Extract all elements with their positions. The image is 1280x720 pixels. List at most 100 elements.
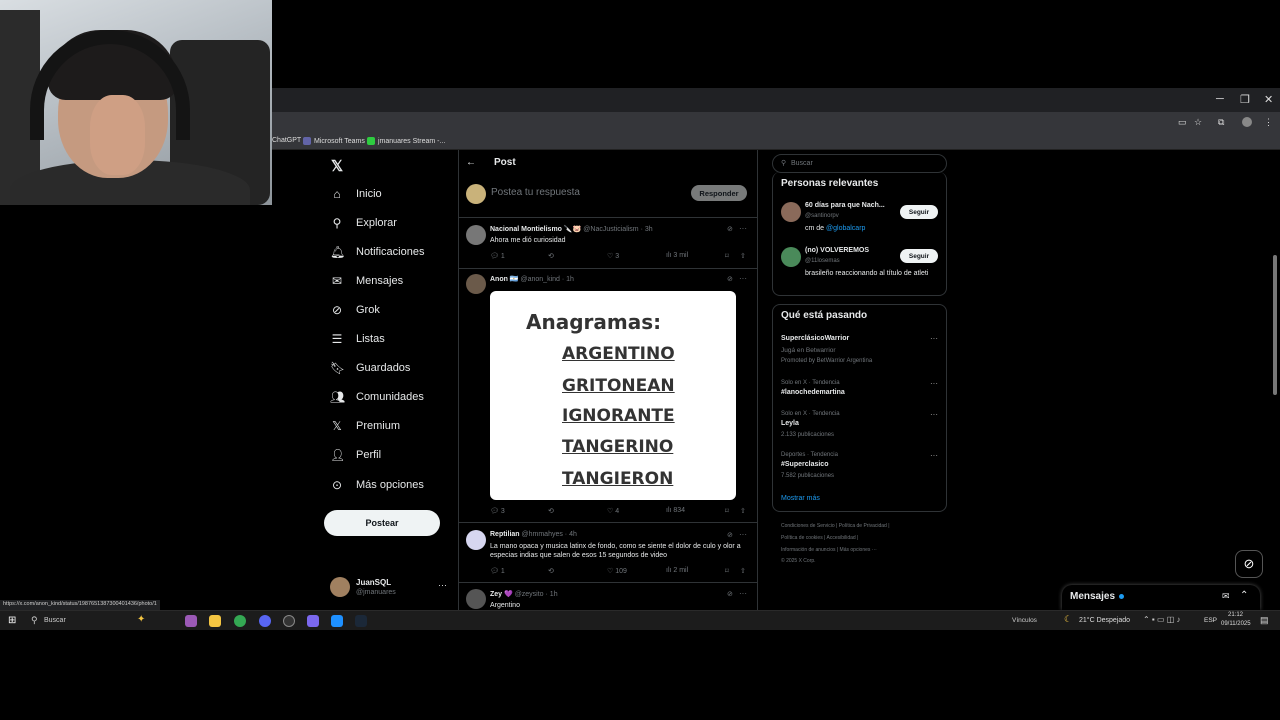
trend-name[interactable]: Leyla: [781, 420, 799, 427]
post-button[interactable]: Postear: [324, 510, 440, 536]
reply-button[interactable]: Responder: [691, 185, 747, 201]
more-icon[interactable]: ···: [930, 410, 938, 419]
follow-button[interactable]: Seguir: [900, 205, 938, 219]
bookmark-star-icon[interactable]: ☆: [1194, 117, 1204, 127]
share-icon[interactable]: ⇧: [740, 507, 746, 515]
clock-date[interactable]: 09/11/2025: [1221, 621, 1251, 627]
view-count[interactable]: ılı 2 mil: [666, 567, 688, 574]
share-icon[interactable]: ⇧: [740, 252, 746, 260]
more-icon[interactable]: ···: [930, 334, 938, 343]
more-icon[interactable]: ···: [930, 379, 938, 388]
nav-more[interactable]: ⊙ Más opciones: [330, 478, 424, 492]
grok-icon[interactable]: ⊘: [727, 275, 733, 283]
obs-icon[interactable]: [283, 615, 295, 627]
bookmark-teams[interactable]: Microsoft Teams: [303, 137, 365, 145]
steam-icon[interactable]: [355, 615, 367, 627]
tweet-image[interactable]: Anagramas: ARGENTINO GRITONEAN IGNORANTE…: [490, 291, 736, 500]
cast-icon[interactable]: ▭: [1178, 117, 1188, 127]
notes-icon[interactable]: [331, 615, 343, 627]
avatar[interactable]: [466, 589, 486, 609]
scrollbar-thumb[interactable]: [1273, 255, 1277, 395]
show-more-link[interactable]: Mostrar más: [781, 495, 820, 502]
nav-grok[interactable]: ⊘ Grok: [330, 303, 380, 317]
tweet-author[interactable]: Nacional Montielismo 🔪🐷: [490, 226, 581, 233]
mention-link[interactable]: @globalcarp: [826, 225, 865, 232]
more-icon[interactable]: ···: [739, 274, 747, 283]
avatar[interactable]: [781, 202, 801, 222]
nav-messages[interactable]: ✉ Mensajes: [330, 274, 403, 288]
grok-icon[interactable]: ⊘: [727, 590, 733, 598]
chrome-icon[interactable]: [234, 615, 246, 627]
restore-icon[interactable]: ❐: [1240, 93, 1250, 106]
nav-bookmarks[interactable]: 🔖︎ Guardados: [330, 361, 410, 375]
like-count[interactable]: ♡ 4: [607, 507, 619, 515]
bookmark-chatgpt[interactable]: ChatGPT: [272, 137, 301, 144]
view-count[interactable]: ılı 3 mil: [666, 252, 688, 259]
tweet-author[interactable]: Reptilian: [490, 531, 520, 538]
tweet-author[interactable]: Zey 💜: [490, 591, 513, 598]
grok-float-icon[interactable]: ⊘: [1235, 550, 1263, 578]
footer-links[interactable]: Información de anuncios | Más opciones ·…: [781, 547, 877, 553]
bookmark-icon[interactable]: ⌑: [725, 567, 729, 575]
view-count[interactable]: ılı 834: [666, 507, 685, 514]
messages-drawer[interactable]: Mensajes ✉ ⌃: [1062, 585, 1260, 610]
avatar[interactable]: [330, 577, 350, 597]
clock-time[interactable]: 21:12: [1228, 612, 1243, 618]
notification-icon[interactable]: ▤: [1260, 615, 1269, 626]
footer-links[interactable]: Política de cookies | Accesibilidad |: [781, 535, 858, 541]
profile-avatar[interactable]: [1242, 117, 1252, 127]
grok-icon[interactable]: ⊘: [727, 531, 733, 539]
more-icon[interactable]: ···: [739, 224, 747, 233]
person-name[interactable]: 60 días para que Nach...: [805, 202, 885, 209]
more-icon[interactable]: ···: [930, 451, 938, 460]
tweet-author[interactable]: Anon 🇦🇷: [490, 276, 519, 283]
avatar[interactable]: [466, 274, 486, 294]
trend-name[interactable]: #lanochedemartina: [781, 389, 845, 396]
nav-profile[interactable]: 👤︎ Perfil: [330, 448, 381, 462]
extensions-icon[interactable]: ⧉: [1218, 117, 1228, 127]
copilot-app-icon[interactable]: [185, 615, 197, 627]
links-label[interactable]: Vínculos: [1012, 617, 1037, 624]
language[interactable]: ESP: [1204, 617, 1217, 624]
like-count[interactable]: ♡ 109: [607, 567, 627, 575]
nav-notifications[interactable]: 🔔︎ Notificaciones: [330, 245, 424, 259]
tray-icons[interactable]: ⌃ ▪ ▭ ◫ ♪: [1143, 615, 1181, 624]
search-input[interactable]: ⚲ Buscar: [772, 154, 947, 173]
nav-premium[interactable]: 𝕏 Premium: [330, 419, 400, 433]
nav-communities[interactable]: 👥︎ Comunidades: [330, 390, 424, 404]
copilot-icon[interactable]: ✦: [137, 614, 145, 625]
reply-input[interactable]: Postea tu respuesta: [491, 187, 580, 198]
retweet-icon[interactable]: ⟲: [548, 567, 554, 575]
follow-button[interactable]: Seguir: [900, 249, 938, 263]
retweet-icon[interactable]: ⟲: [548, 507, 554, 515]
bookmark-icon[interactable]: ⌑: [725, 507, 729, 515]
trend-name[interactable]: #Superclasico: [781, 461, 828, 468]
nav-lists[interactable]: ☰ Listas: [330, 332, 385, 346]
discord-icon[interactable]: [259, 615, 271, 627]
share-icon[interactable]: ⇧: [740, 567, 746, 575]
retweet-icon[interactable]: ⟲: [548, 252, 554, 260]
more-icon[interactable]: ···: [739, 530, 747, 539]
reply-count[interactable]: 💬︎ 1: [490, 252, 505, 260]
bookmark-icon[interactable]: ⌑: [725, 252, 729, 260]
close-icon[interactable]: ✕: [1264, 93, 1273, 106]
avatar[interactable]: [466, 225, 486, 245]
expand-icon[interactable]: ⌃: [1240, 590, 1248, 601]
person-name[interactable]: (no) VOLVEREMOS: [805, 247, 869, 254]
trend-name[interactable]: SuperclásicoWarrior: [781, 335, 849, 342]
nav-home[interactable]: ⌂ Inicio: [330, 187, 381, 201]
back-arrow-icon[interactable]: ←: [466, 157, 476, 168]
windows-start-icon[interactable]: ⊞: [8, 615, 16, 626]
like-count[interactable]: ♡ 3: [607, 252, 619, 260]
taskbar-search[interactable]: Buscar: [44, 617, 66, 624]
more-icon[interactable]: ···: [739, 589, 747, 598]
minimize-icon[interactable]: ─: [1216, 93, 1224, 105]
footer-links[interactable]: Condiciones de Servicio | Política de Pr…: [781, 523, 890, 529]
x-logo-icon[interactable]: 𝕏: [331, 157, 343, 175]
avatar[interactable]: [466, 530, 486, 550]
app-icon[interactable]: [307, 615, 319, 627]
reply-count[interactable]: 💬︎ 1: [490, 567, 505, 575]
avatar[interactable]: [781, 247, 801, 267]
account-name[interactable]: JuanSQL: [356, 578, 391, 587]
browser-menu-icon[interactable]: ⋮: [1264, 117, 1274, 127]
